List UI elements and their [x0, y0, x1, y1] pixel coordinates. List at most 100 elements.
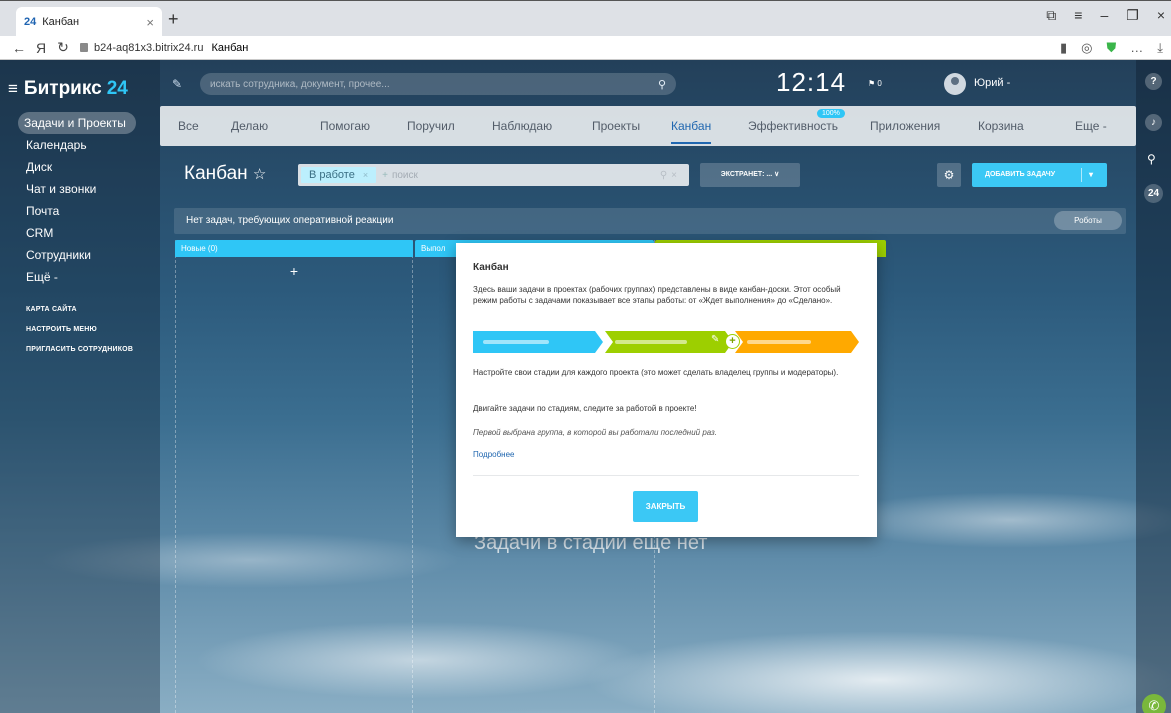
rail-search-icon[interactable]: ⚲: [1147, 152, 1156, 166]
add-card-icon[interactable]: +: [176, 263, 412, 279]
sidebar-item-chat[interactable]: Чат и звонки: [20, 178, 136, 200]
sidebar-item-mail[interactable]: Почта: [20, 200, 136, 222]
sidebar-link-sitemap[interactable]: КАРТА САЙТА: [20, 300, 136, 320]
tabs-menu-icon[interactable]: ⧉: [1046, 7, 1056, 24]
column-header[interactable]: Новые (0): [175, 240, 413, 257]
stages-illustration: ✎ +: [473, 331, 859, 353]
url-field[interactable]: b24-aq81x3.bitrix24.ru Канбан: [80, 42, 248, 54]
bitrix-favicon: 24: [24, 16, 37, 28]
extranet-dropdown[interactable]: ЭКСТРАНЕТ: ... ∨: [700, 163, 800, 187]
bookmark-icon[interactable]: ▮: [1060, 40, 1067, 56]
user-name[interactable]: Юрий -: [974, 77, 1010, 89]
address-bar: ← Я ↻ b24-aq81x3.bitrix24.ru Канбан ▮ ◎ …: [0, 36, 1171, 60]
popup-text-intro: Здесь ваши задачи в проектах (рабочих гр…: [473, 285, 841, 305]
close-tab-icon[interactable]: ×: [146, 15, 154, 30]
download-icon[interactable]: ⤓: [1157, 40, 1163, 56]
minimize-icon[interactable]: –: [1100, 7, 1108, 24]
filter-search-icon[interactable]: ⚲×: [660, 170, 681, 181]
sidebar-item-calendar[interactable]: Календарь: [20, 134, 136, 156]
search-placeholder: искать сотрудника, документ, прочее...: [210, 78, 390, 90]
browser-tabbar: 24 Канбан × + ⧉ ≡ – ❐ ×: [0, 0, 1171, 37]
pencil-icon[interactable]: ✎: [172, 77, 182, 91]
tab-doing[interactable]: Делаю: [231, 119, 268, 133]
tab-assigned[interactable]: Поручил: [407, 119, 455, 133]
status-text: Нет задач, требующих оперативной реакции: [186, 215, 394, 226]
more-info-link[interactable]: Подробнее: [473, 450, 515, 459]
url-page-title: Канбан: [211, 41, 249, 54]
help-icon[interactable]: ?: [1145, 73, 1162, 90]
avatar[interactable]: [944, 73, 966, 95]
clock[interactable]: 12:14: [776, 67, 846, 98]
robots-button[interactable]: Роботы: [1054, 211, 1122, 230]
tab-title: Канбан: [42, 16, 80, 28]
add-task-label: ДОБАВИТЬ ЗАДАЧУ: [985, 171, 1056, 178]
tab-apps[interactable]: Приложения: [870, 119, 940, 133]
tab-projects[interactable]: Проекты: [592, 119, 640, 133]
menu-icon[interactable]: ≡: [1074, 7, 1082, 24]
browser-tab[interactable]: 24 Канбан ×: [16, 7, 162, 37]
bitrix24-icon[interactable]: 24: [1144, 184, 1163, 203]
more-icon[interactable]: …: [1130, 40, 1143, 55]
search-icon[interactable]: ⚲: [658, 78, 666, 91]
stage-blue: [473, 331, 603, 353]
close-window-icon[interactable]: ×: [1157, 7, 1165, 24]
sidebar-item-disk[interactable]: Диск: [20, 156, 136, 178]
star-icon[interactable]: ☆: [253, 166, 266, 183]
edit-stage-icon: ✎: [711, 334, 720, 345]
lock-icon: [80, 43, 88, 52]
add-task-dropdown-icon[interactable]: ▾: [1089, 163, 1093, 187]
task-tabs: Все Делаю Помогаю Поручил Наблюдаю Проек…: [160, 106, 1136, 146]
logo-number: 24: [106, 78, 128, 99]
popup-text-configure: Настройте свои стадии для каждого проект…: [473, 368, 839, 377]
filter-chip[interactable]: В работе ×: [301, 167, 377, 183]
chevron-down-icon: ∨: [774, 171, 780, 178]
extension-icon[interactable]: ◎: [1081, 40, 1092, 56]
efficiency-badge: 100%: [817, 109, 845, 118]
popup-title: Канбан: [473, 262, 509, 273]
popup-text-move: Двигайте задачи по стадиям, следите за р…: [473, 404, 697, 413]
filter-placeholder: поиск: [391, 169, 418, 181]
sidebar-item-tasks[interactable]: Задачи и Проекты: [18, 112, 136, 134]
tab-watching[interactable]: Наблюдаю: [492, 119, 552, 133]
filter-search-field[interactable]: В работе × + поиск ⚲×: [298, 164, 689, 186]
phone-icon[interactable]: ✆: [1142, 694, 1166, 713]
bitrix-logo[interactable]: ≡ Битрикс 24: [8, 78, 128, 100]
kanban-info-popup: Канбан Здесь ваши задачи в проектах (раб…: [456, 243, 877, 537]
sidebar-item-employees[interactable]: Сотрудники: [20, 244, 136, 266]
flag-counter[interactable]: ⚑ 0: [868, 79, 882, 88]
tab-all[interactable]: Все: [178, 119, 199, 133]
top-header: ✎ искать сотрудника, документ, прочее...…: [160, 60, 1136, 106]
sidebar-link-invite[interactable]: ПРИГЛАСИТЬ СОТРУДНИКОВ: [20, 340, 136, 360]
add-stage-icon: +: [725, 334, 740, 349]
sidebar-menu: Задачи и Проекты Календарь Диск Чат и зв…: [18, 112, 136, 360]
shield-icon[interactable]: ⛊: [1106, 40, 1116, 56]
back-icon[interactable]: ←: [8, 40, 30, 56]
sidebar-link-configure-menu[interactable]: НАСТРОИТЬ МЕНЮ: [20, 320, 136, 340]
chip-close-icon[interactable]: ×: [363, 170, 368, 180]
page-title-text: Канбан: [184, 163, 248, 184]
gear-icon[interactable]: ⚙: [937, 163, 961, 187]
window-controls: ⧉ ≡ – ❐ ×: [1046, 7, 1171, 24]
reload-icon[interactable]: ↻: [52, 39, 74, 56]
page-title: Канбан ☆: [184, 163, 266, 185]
filter-chip-label: В работе: [309, 169, 355, 181]
tab-more[interactable]: Еще -: [1075, 119, 1107, 133]
kanban-column-new: Новые (0) +: [175, 240, 413, 713]
tab-helping[interactable]: Помогаю: [320, 119, 370, 133]
yandex-icon[interactable]: Я: [30, 40, 52, 56]
add-task-button[interactable]: ДОБАВИТЬ ЗАДАЧУ ▾: [972, 163, 1107, 187]
new-tab-button[interactable]: +: [168, 9, 179, 30]
sidebar-item-more[interactable]: Ещё -: [20, 266, 136, 288]
tab-efficiency[interactable]: Эффективность: [748, 119, 838, 133]
hamburger-icon[interactable]: ≡: [8, 79, 18, 99]
left-sidebar: ≡ Битрикс 24 Задачи и Проекты Календарь …: [0, 60, 160, 713]
sidebar-item-crm[interactable]: CRM: [20, 222, 136, 244]
add-filter-icon[interactable]: +: [382, 170, 388, 181]
bell-icon[interactable]: ♪: [1145, 114, 1162, 131]
url-text: b24-aq81x3.bitrix24.ru: [94, 41, 204, 54]
tab-kanban[interactable]: Канбан: [671, 119, 712, 144]
close-popup-button[interactable]: ЗАКРЫТЬ: [633, 491, 698, 522]
search-input[interactable]: искать сотрудника, документ, прочее... ⚲: [200, 73, 676, 95]
restore-icon[interactable]: ❐: [1126, 7, 1139, 24]
tab-trash[interactable]: Корзина: [978, 119, 1024, 133]
